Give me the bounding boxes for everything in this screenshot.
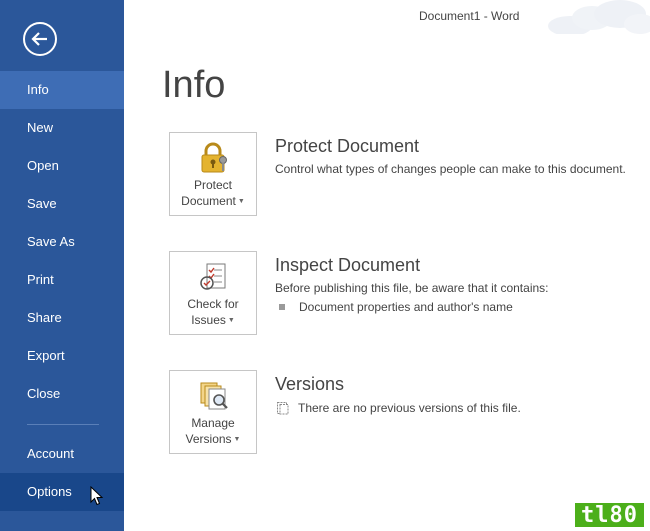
mouse-cursor-icon <box>90 486 104 506</box>
inspect-document-heading: Inspect Document <box>275 255 421 275</box>
check-for-issues-button[interactable]: Check for Issues ▼ <box>169 251 257 335</box>
versions-note-text: There are no previous versions of this f… <box>298 401 521 415</box>
sidebar-item-save-as[interactable]: Save As <box>0 223 124 261</box>
watermark-logo: tl80 <box>575 503 644 528</box>
sidebar-item-print[interactable]: Print <box>0 261 124 299</box>
protect-document-label-line1: Protect <box>193 178 232 192</box>
sidebar-divider <box>27 424 99 425</box>
sidebar-item-save[interactable]: Save <box>0 185 124 223</box>
manage-versions-icon <box>200 382 228 410</box>
sidebar-item-options[interactable]: Options <box>0 473 124 511</box>
window-title: Document1 - Word <box>419 9 520 23</box>
chevron-down-icon: ▼ <box>227 316 235 324</box>
sidebar-item-share[interactable]: Share <box>0 299 124 337</box>
document-icon <box>277 402 289 415</box>
chevron-down-icon: ▼ <box>237 197 245 205</box>
inspect-checklist-icon <box>200 263 226 290</box>
protect-document-heading: Protect Document <box>275 136 420 156</box>
protect-document-label-line2: Document <box>181 194 236 208</box>
inspect-bullet-item: Document properties and author's name <box>279 300 513 314</box>
backstage-sidebar: Info New Open Save Save As Print Share E… <box>0 0 124 531</box>
manage-versions-label-line2: Versions <box>185 432 232 446</box>
protect-document-description: Control what types of changes people can… <box>275 162 626 176</box>
sidebar-item-info[interactable]: Info <box>0 71 124 109</box>
manage-versions-label: Manage Versions ▼ <box>170 415 256 448</box>
inspect-bullet-text: Document properties and author's name <box>299 300 513 314</box>
sidebar-item-open[interactable]: Open <box>0 147 124 185</box>
protect-document-button[interactable]: Protect Document ▼ <box>169 132 257 216</box>
page-title: Info <box>162 64 226 106</box>
lock-key-icon <box>201 142 227 173</box>
check-for-issues-label-line2: Issues <box>191 313 226 327</box>
inspect-document-description: Before publishing this file, be aware th… <box>275 281 549 295</box>
sidebar-item-export[interactable]: Export <box>0 337 124 375</box>
sidebar-item-account[interactable]: Account <box>0 435 124 473</box>
check-for-issues-label: Check for Issues ▼ <box>170 296 256 329</box>
sidebar-item-new[interactable]: New <box>0 109 124 147</box>
versions-heading: Versions <box>275 374 345 394</box>
bullet-icon <box>279 304 285 310</box>
manage-versions-label-line1: Manage <box>191 416 235 430</box>
back-button[interactable] <box>23 22 57 56</box>
sidebar-item-close[interactable]: Close <box>0 375 124 413</box>
clouds-decoration-icon <box>548 0 650 34</box>
back-arrow-icon <box>31 32 47 46</box>
chevron-down-icon: ▼ <box>233 435 241 443</box>
manage-versions-button[interactable]: Manage Versions ▼ <box>169 370 257 454</box>
title-bar: Document1 - Word <box>124 0 650 34</box>
check-for-issues-label-line1: Check for <box>187 297 239 311</box>
versions-note-row: There are no previous versions of this f… <box>276 401 521 415</box>
protect-document-label: Protect Document ▼ <box>170 177 256 210</box>
